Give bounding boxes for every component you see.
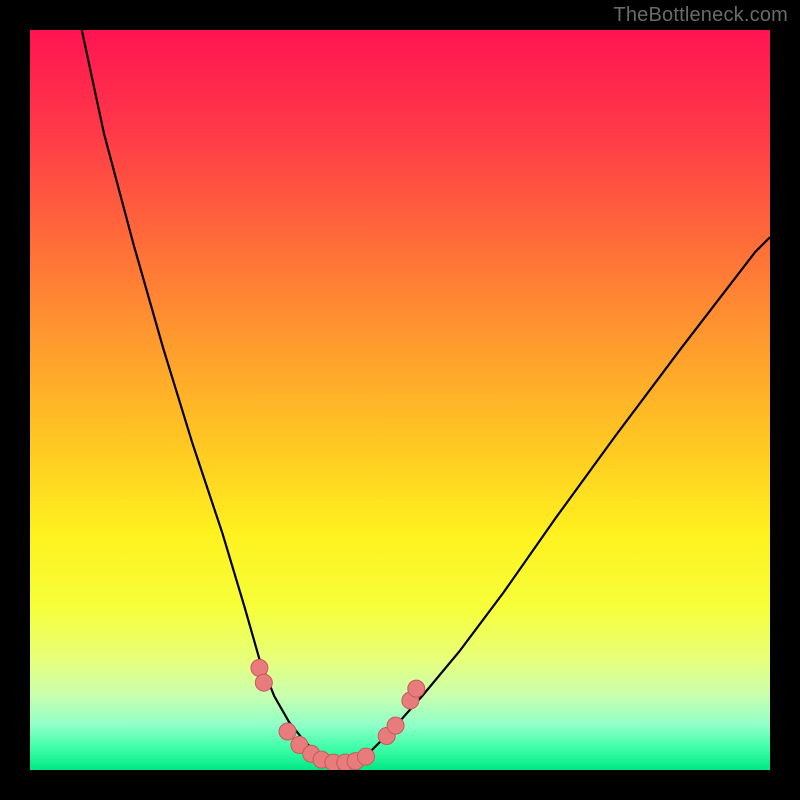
valley-marker [279,723,296,740]
valley-marker [387,717,404,734]
plot-area [30,30,770,770]
watermark-text: TheBottleneck.com [613,4,788,27]
valley-marker [255,674,272,691]
valley-markers [251,659,425,770]
valley-marker [408,680,425,697]
valley-marker [357,748,374,765]
curves-layer [30,30,770,770]
chart-frame: TheBottleneck.com [0,0,800,800]
left-curve [82,30,330,763]
